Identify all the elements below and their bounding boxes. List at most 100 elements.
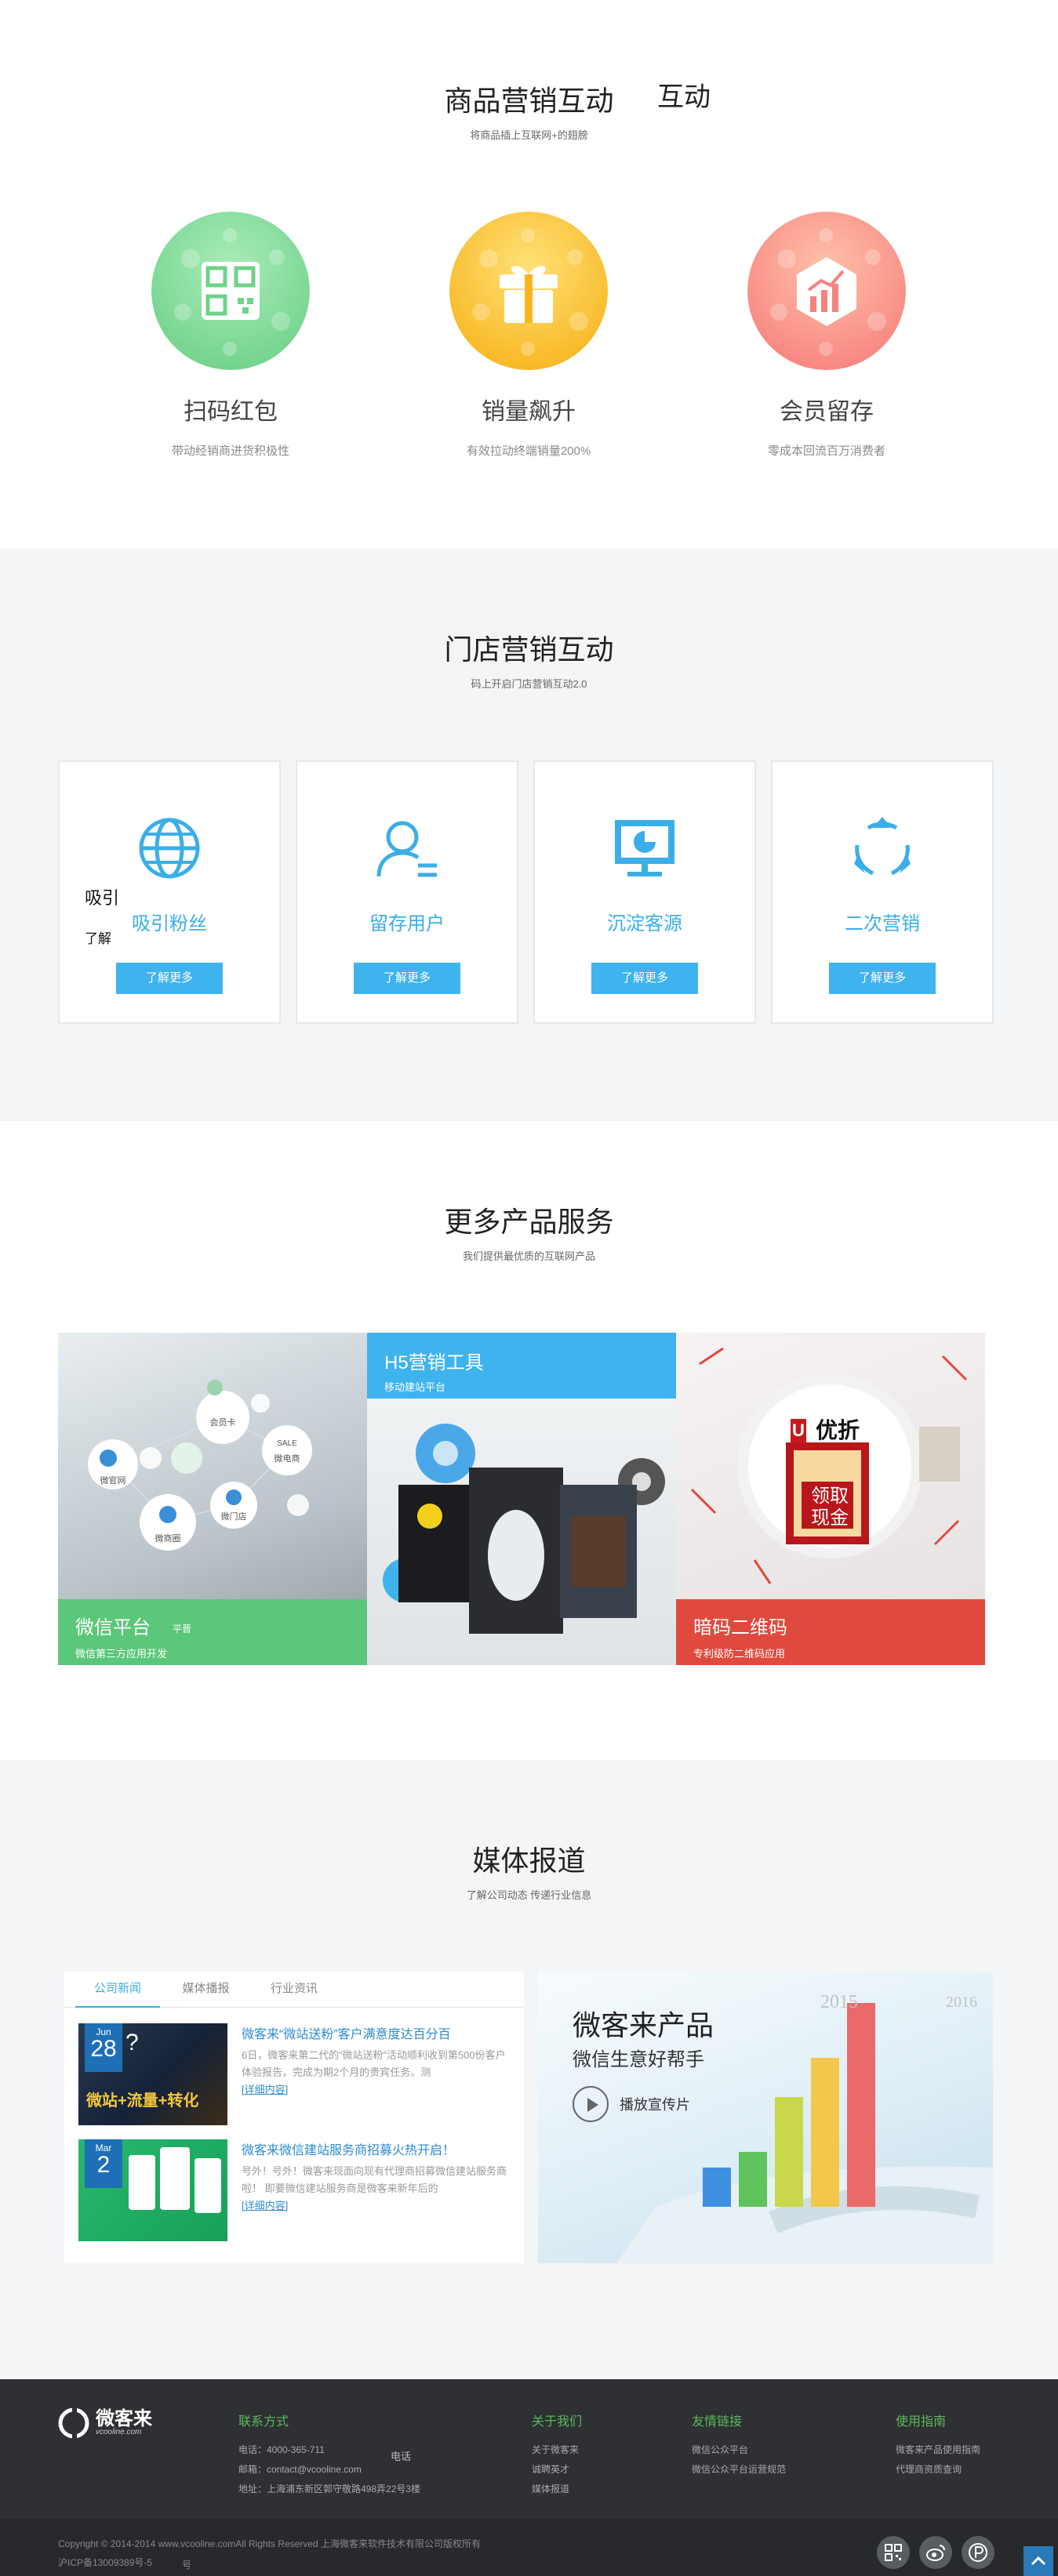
play-icon (573, 2086, 609, 2122)
footer-heading: 联系方式 (238, 2415, 289, 2429)
bubble-label: 微门店 (221, 1511, 247, 1522)
phone-graphic (129, 2155, 155, 2210)
coupon-line: 现金 (811, 1508, 849, 1529)
stray-text-learn: 了解 (85, 931, 111, 946)
product-h5-tool[interactable]: H5营销工具 移动建站平台 (367, 1333, 676, 1665)
footer-link[interactable]: 关于微客来 (532, 2440, 582, 2460)
footer-logo[interactable]: 微客来 vcooline.com (58, 2407, 152, 2439)
cycle-icon (854, 817, 911, 876)
weibo-icon[interactable] (919, 2536, 952, 2569)
section-subtitle: 码上开启门店营销互动2.0 (471, 678, 587, 690)
footer-link[interactable]: 微客来产品使用指南 (896, 2440, 980, 2460)
bubble-label: 微商圈 (155, 1533, 181, 1544)
product-marketing-section: 商品营销互动 将商品插上互联网+的翅膀 互动 扫码红包 带动经销商进货积极性 销… (0, 0, 1058, 549)
coupon-brand: 优折 (816, 1418, 860, 1442)
feature-member-retention: 会员留存 零成本回流百万消费者 (709, 212, 944, 459)
play-video-button[interactable]: 播放宣传片 (573, 2086, 690, 2122)
product-dark-code[interactable]: 领取 现金 U 优折 暗码二维码 专利级防二维码应用 (676, 1333, 985, 1665)
product-band: 微信平台 平晋 微信第三方应用开发 (58, 1599, 367, 1665)
wechat-bubbles-illustration: 会员卡 微官网 微电商 SALE 微门店 微商圈 (88, 1380, 312, 1551)
media-reports-section: 媒体报道 了解公司动态 传递行业信息 公司新闻 媒体播报 行业资讯 Jun 28… (0, 1760, 1058, 2379)
year-label: 2016 (946, 1994, 977, 2011)
news-thumbnail[interactable]: Mar 2 (78, 2139, 227, 2241)
back-to-top-button[interactable] (1023, 2546, 1053, 2576)
footer-about: 关于我们 关于微客来 诚聘英才 媒体报道 (532, 2411, 582, 2499)
stray-text: 平晋 (173, 1624, 192, 1635)
footer-heading: 友情链接 (692, 2415, 743, 2429)
footer-link[interactable]: 代理商资质查询 (896, 2460, 980, 2480)
banner-title: 微客来产品 (573, 2009, 714, 2041)
play-label: 播放宣传片 (620, 2097, 690, 2113)
product-wechat-platform[interactable]: 会员卡 微官网 微电商 SALE 微门店 微商圈 微信平台 平晋 微信第三方应用开… (58, 1333, 367, 1665)
gift-icon (449, 212, 608, 370)
news-thumbnail[interactable]: Jun 28 ? 微站+流量+转化 (78, 2023, 227, 2125)
stray-text-attract: 吸引 (85, 888, 120, 908)
more-products-section: 更多产品服务 我们提供最优质的互联网产品 会员卡 微官网 微电商 SALE 微门… (0, 1121, 1058, 1760)
learn-more-button[interactable]: 了解更多 (116, 963, 223, 994)
footer-link[interactable]: 媒体报道 (532, 2480, 582, 2499)
news-excerpt: 6日，微客来第二代的“微站送粉”活动顺利收到第500份客户体验报告，完成为期2个… (242, 2049, 506, 2095)
news-title[interactable]: 微客来微信建站服务商招募火热开启！ (242, 2139, 513, 2158)
news-panel: 公司新闻 媒体播报 行业资讯 Jun 28 ? 微站+流量+转化 微客来“微站送… (64, 1972, 524, 2263)
section-title: 媒体报道 (472, 1845, 586, 1877)
learn-more-button[interactable]: 了解更多 (354, 963, 460, 994)
tab-media-broadcast[interactable]: 媒体播报 (163, 1972, 248, 2008)
feature-scan-red-packet: 扫码红包 带动经销商进货积极性 (113, 212, 348, 459)
stray-heading-text: 互动 (657, 82, 711, 112)
learn-more-button[interactable]: 了解更多 (829, 963, 936, 994)
globe-icon (139, 818, 200, 879)
feature-desc: 带动经销商进货积极性 (171, 444, 289, 458)
feature-title: 扫码红包 (184, 399, 278, 425)
read-more-link[interactable]: [详细内容] (242, 2200, 288, 2211)
date-badge: Mar 2 (85, 2139, 122, 2188)
learn-more-button[interactable]: 了解更多 (591, 963, 698, 994)
date-badge: Jun 28 (85, 2023, 122, 2072)
contact-address: 地址：上海浦东新区郭守敬路498弄22号3楼 (238, 2483, 421, 2494)
footer-link[interactable]: 微信公众平台 (692, 2440, 786, 2460)
copyright: Copyright © 2014-2014 www.vcooline.comAl… (58, 2534, 481, 2572)
bubble-label: 微电商 (274, 1453, 300, 1464)
card-accumulate-customers: 沉淀客源 了解更多 (533, 760, 756, 1024)
monitor-chart-icon (615, 820, 674, 876)
card-secondary-marketing: 二次营销 了解更多 (771, 760, 994, 1024)
icp-number: 沪ICP备13009389号-5 (58, 2557, 153, 2568)
section-header: 更多产品服务 我们提供最优质的互联网产品 (0, 1199, 1058, 1263)
feature-title: 销量飙升 (482, 399, 576, 425)
logo-name: 微客来 (96, 2407, 152, 2429)
tab-company-news[interactable]: 公司新闻 (75, 1972, 161, 2008)
qr-code-icon[interactable] (877, 2536, 910, 2569)
card-label: 留存用户 (369, 913, 445, 934)
copyright-text: Copyright © 2014-2014 www.vcooline.comAl… (58, 2538, 481, 2549)
footer-guide: 使用指南 微客来产品使用指南 代理商资质查询 (896, 2411, 980, 2480)
footer-link[interactable]: 诚聘英才 (532, 2460, 582, 2480)
section-subtitle: 我们提供最优质的互联网产品 (462, 1250, 595, 1262)
feature-sales-boost: 销量飙升 有效拉动终端销量200% (411, 212, 646, 459)
section-title: 门店营销互动 (444, 633, 614, 666)
feature-desc: 有效拉动终端销量200% (466, 444, 591, 458)
date-day: 28 (90, 2036, 117, 2062)
product-title: H5营销工具 (384, 1352, 484, 1373)
p-icon[interactable] (962, 2536, 994, 2569)
footer-link[interactable]: 微信公众平台运营规范 (692, 2460, 786, 2480)
phone-graphic (160, 2147, 190, 2210)
read-more-link[interactable]: [详细内容] (242, 2084, 288, 2095)
site-footer: 微客来 vcooline.com 联系方式 电话：4000-365-711 邮箱… (0, 2379, 1058, 2576)
news-body: 微客来“微站送粉”客户满意度达百分百 6日，微客来第二代的“微站送粉”活动顺利收… (242, 2023, 513, 2099)
stray-text-phone: 电话 (391, 2451, 412, 2462)
product-band: H5营销工具 移动建站平台 (367, 1333, 676, 1399)
date-day: 2 (96, 2152, 111, 2178)
product-title: 暗码二维码 (693, 1617, 787, 1638)
news-excerpt: 号外！号外！微客来现面向现有代理商招募微信建站服务商啦！ 即要微信建站服务商是微… (242, 2165, 507, 2211)
bubble-label: 微官网 (100, 1475, 126, 1486)
product-title: 微信平台 平晋 (75, 1617, 192, 1638)
phone-graphic (195, 2158, 221, 2213)
section-header: 媒体报道 了解公司动态 传递行业信息 (0, 1838, 1058, 1902)
sale-tag: SALE (277, 1439, 297, 1448)
footer-friend-links: 友情链接 微信公众平台 微信公众平台运营规范 (692, 2411, 786, 2480)
tab-industry-news[interactable]: 行业资讯 (252, 1972, 336, 2008)
product-desc: 微信第三方应用开发 (75, 1648, 168, 1660)
qr-code-icon (151, 212, 310, 370)
section-header: 门店营销互动 码上开启门店营销互动2.0 (0, 627, 1058, 691)
footer-heading: 关于我们 (532, 2415, 583, 2429)
news-title[interactable]: 微客来“微站送粉”客户满意度达百分百 (242, 2023, 513, 2042)
